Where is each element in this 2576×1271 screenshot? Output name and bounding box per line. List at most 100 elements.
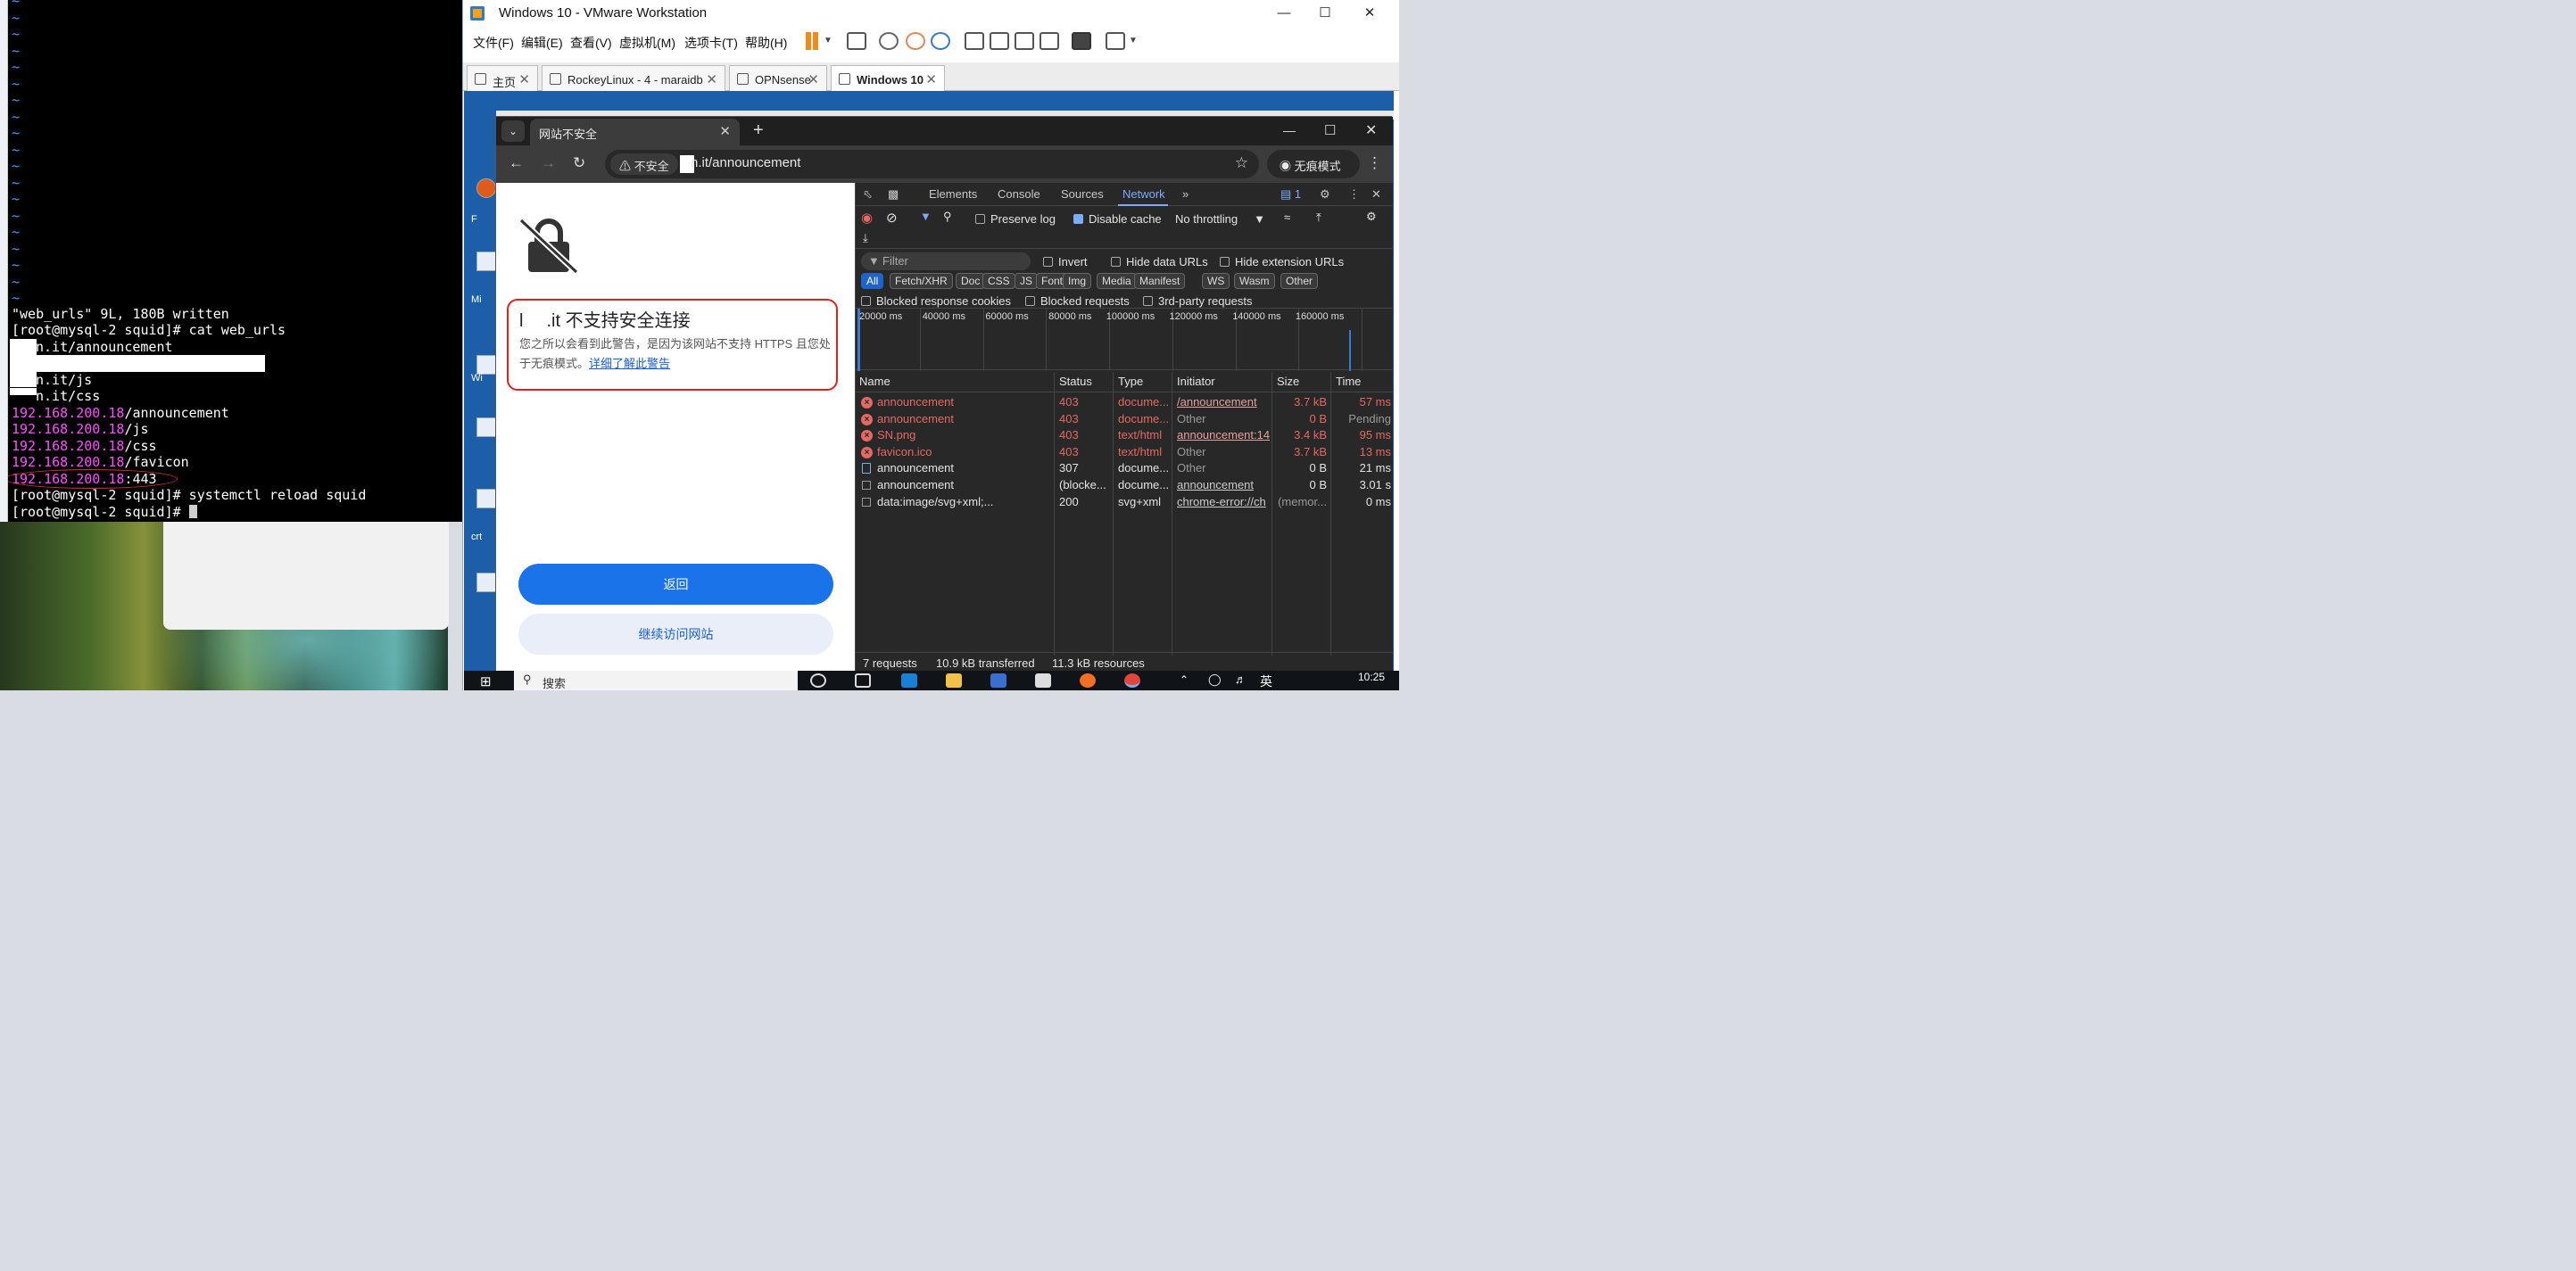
close-icon[interactable]: ✕ xyxy=(518,71,530,87)
maximize-button[interactable]: ☐ xyxy=(1305,4,1345,23)
record-icon[interactable]: ◉ xyxy=(861,210,873,226)
tab-opnsense[interactable]: OPNsense ✕ xyxy=(729,65,827,91)
type-filter-all[interactable]: All xyxy=(861,273,884,289)
taskbar-search[interactable]: ⚲ 搜索 xyxy=(514,671,798,690)
windows-start-icon[interactable]: ⊞ xyxy=(480,673,492,689)
hide-extension-urls-checkbox[interactable]: Hide extension URLs xyxy=(1220,255,1344,268)
chevron-up-icon[interactable]: ⌃ xyxy=(1180,673,1189,686)
menu-help[interactable]: 帮助(H) xyxy=(745,34,787,52)
menu-tabs[interactable]: 选项卡(T) xyxy=(684,34,738,52)
minimize-button[interactable]: — xyxy=(1264,4,1304,23)
table-row[interactable]: × announcement 403 docume... /announcement 3.… xyxy=(856,394,1394,411)
tab-sources[interactable]: Sources xyxy=(1061,187,1104,201)
chevron-down-icon[interactable]: ▼ xyxy=(1129,36,1138,45)
tab-windows10[interactable]: Windows 10 ✕ xyxy=(831,65,945,91)
wifi-icon[interactable]: ≈ xyxy=(1284,210,1290,224)
unity-icon[interactable] xyxy=(1040,32,1059,50)
type-filter-js[interactable]: JS xyxy=(1015,273,1039,289)
desktop-icon[interactable] xyxy=(476,178,496,198)
chrome-icon[interactable] xyxy=(1124,673,1140,688)
address-bar[interactable]: ⚠ 不安全 n.it/announcement ☆ xyxy=(605,150,1259,178)
sidebar-toggle-icon[interactable] xyxy=(965,32,984,50)
close-icon[interactable]: ✕ xyxy=(719,123,731,139)
menu-vm[interactable]: 虚拟机(M) xyxy=(619,34,675,52)
column-header-type[interactable]: Type xyxy=(1118,375,1143,388)
table-row[interactable]: data:image/svg+xml;... 200 svg+xml chrome-e… xyxy=(856,494,1394,511)
tab-rockeylinux[interactable]: RockeyLinux - 4 - maraidb ✕ xyxy=(542,65,725,91)
console-icon[interactable] xyxy=(1072,32,1091,50)
blocked-requests-checkbox[interactable]: Blocked requests xyxy=(1025,294,1130,308)
type-filter-doc[interactable]: Doc xyxy=(956,273,986,289)
pause-icon[interactable] xyxy=(806,32,811,50)
menu-edit[interactable]: 编辑(E) xyxy=(521,34,563,52)
column-header-time[interactable]: Time xyxy=(1336,375,1361,388)
disable-cache-checkbox[interactable]: Disable cache xyxy=(1073,212,1162,226)
column-header-size[interactable]: Size xyxy=(1277,375,1299,388)
send-keys-icon[interactable] xyxy=(847,32,866,50)
thumbnail-bar-icon[interactable] xyxy=(990,32,1009,50)
minimize-button[interactable]: — xyxy=(1283,123,1296,137)
type-filter-media[interactable]: Media xyxy=(1097,273,1137,289)
maximize-button[interactable]: ☐ xyxy=(1324,122,1336,138)
tab-elements[interactable]: Elements xyxy=(929,187,977,201)
table-row[interactable]: × SN.png 403 text/html announcement:14 3.4 kB… xyxy=(856,427,1394,444)
firefox-icon[interactable] xyxy=(1080,673,1096,688)
file-explorer-icon[interactable] xyxy=(946,673,962,688)
menu-view[interactable]: 查看(V) xyxy=(570,34,612,52)
tab-network[interactable]: Network xyxy=(1122,187,1165,201)
third-party-checkbox[interactable]: 3rd-party requests xyxy=(1143,294,1253,308)
desktop-icon[interactable] xyxy=(476,489,496,508)
store-icon[interactable] xyxy=(990,673,1006,688)
clear-icon[interactable]: ⊘ xyxy=(886,210,898,226)
blocked-cookies-checkbox[interactable]: Blocked response cookies xyxy=(861,294,1011,308)
network-icon[interactable]: ◯ xyxy=(1208,673,1222,687)
terminal-window[interactable]: ~ ~ ~ ~ ~ ~ ~ ~ ~ ~ ~ ~ ~ ~ ~ ~ ~ ~ ~ "web_urls" 9L, 180B … xyxy=(8,0,462,522)
kebab-menu-icon[interactable]: ⋮ xyxy=(1348,187,1360,202)
new-tab-button[interactable]: + xyxy=(753,120,764,141)
bookmark-star-icon[interactable]: ☆ xyxy=(1235,154,1248,172)
desktop-icon[interactable] xyxy=(476,573,496,592)
chevron-down-icon[interactable]: ▼ xyxy=(824,36,832,45)
filter-icon[interactable]: ▼ xyxy=(920,210,932,223)
filter-input[interactable]: ▼ Filter xyxy=(861,252,1031,270)
close-button[interactable]: ✕ xyxy=(1365,121,1377,139)
learn-more-link[interactable]: 详细了解此警告 xyxy=(589,357,670,370)
type-filter-fetch-xhr[interactable]: Fetch/XHR xyxy=(890,273,953,289)
close-button[interactable]: ✕ xyxy=(1350,4,1389,23)
reload-icon[interactable]: ↻ xyxy=(573,154,585,172)
desktop-icon[interactable] xyxy=(476,417,496,437)
inspect-icon[interactable]: ⬁ xyxy=(863,187,873,202)
cortana-icon[interactable] xyxy=(810,673,826,688)
column-header-name[interactable]: Name xyxy=(859,375,890,388)
close-icon[interactable]: ✕ xyxy=(706,71,717,87)
more-tabs-icon[interactable]: » xyxy=(1182,187,1189,201)
device-toolbar-icon[interactable]: ▩ xyxy=(888,187,899,202)
gear-icon[interactable]: ⚙ xyxy=(1320,187,1330,202)
type-filter-wasm[interactable]: Wasm xyxy=(1234,273,1275,289)
mail-icon[interactable] xyxy=(1035,673,1051,688)
table-row[interactable]: × favicon.ico 403 text/html Other 3.7 kB 13 ms xyxy=(856,444,1394,461)
volume-icon[interactable]: ♬ xyxy=(1235,673,1247,686)
tab-home[interactable]: 主页 ✕ xyxy=(467,65,538,91)
upload-icon[interactable]: ⤒ xyxy=(1316,210,1321,225)
hide-data-urls-checkbox[interactable]: Hide data URLs xyxy=(1111,255,1208,268)
throttling-select[interactable]: No throttling ▼ xyxy=(1175,212,1265,226)
kebab-menu-icon[interactable]: ⋮ xyxy=(1367,154,1382,172)
browser-tab[interactable]: 网站不安全 ✕ xyxy=(530,119,740,145)
snapshot-icon[interactable] xyxy=(879,32,899,50)
fullscreen-icon[interactable] xyxy=(1015,32,1034,50)
download-icon[interactable]: ⤓ xyxy=(863,231,868,245)
type-filter-ws[interactable]: WS xyxy=(1202,273,1230,289)
terminal-prompt-line[interactable]: [root@mysql-2 squid]# xyxy=(12,504,197,520)
edge-icon[interactable] xyxy=(901,673,917,688)
incognito-indicator[interactable]: ◉ 无痕模式 xyxy=(1267,150,1360,178)
issues-badge[interactable]: ▤ 1 xyxy=(1280,187,1301,202)
continue-button[interactable]: 继续访问网站 xyxy=(518,614,833,655)
column-header-initiator[interactable]: Initiator xyxy=(1177,375,1215,388)
search-icon[interactable]: ⚲ xyxy=(943,210,952,224)
forward-arrow-icon[interactable]: → xyxy=(541,154,556,172)
task-view-icon[interactable] xyxy=(855,673,871,688)
type-filter-img[interactable]: Img xyxy=(1063,273,1092,289)
ime-indicator[interactable]: 英 xyxy=(1260,673,1272,690)
menu-file[interactable]: 文件(F) xyxy=(473,34,514,52)
